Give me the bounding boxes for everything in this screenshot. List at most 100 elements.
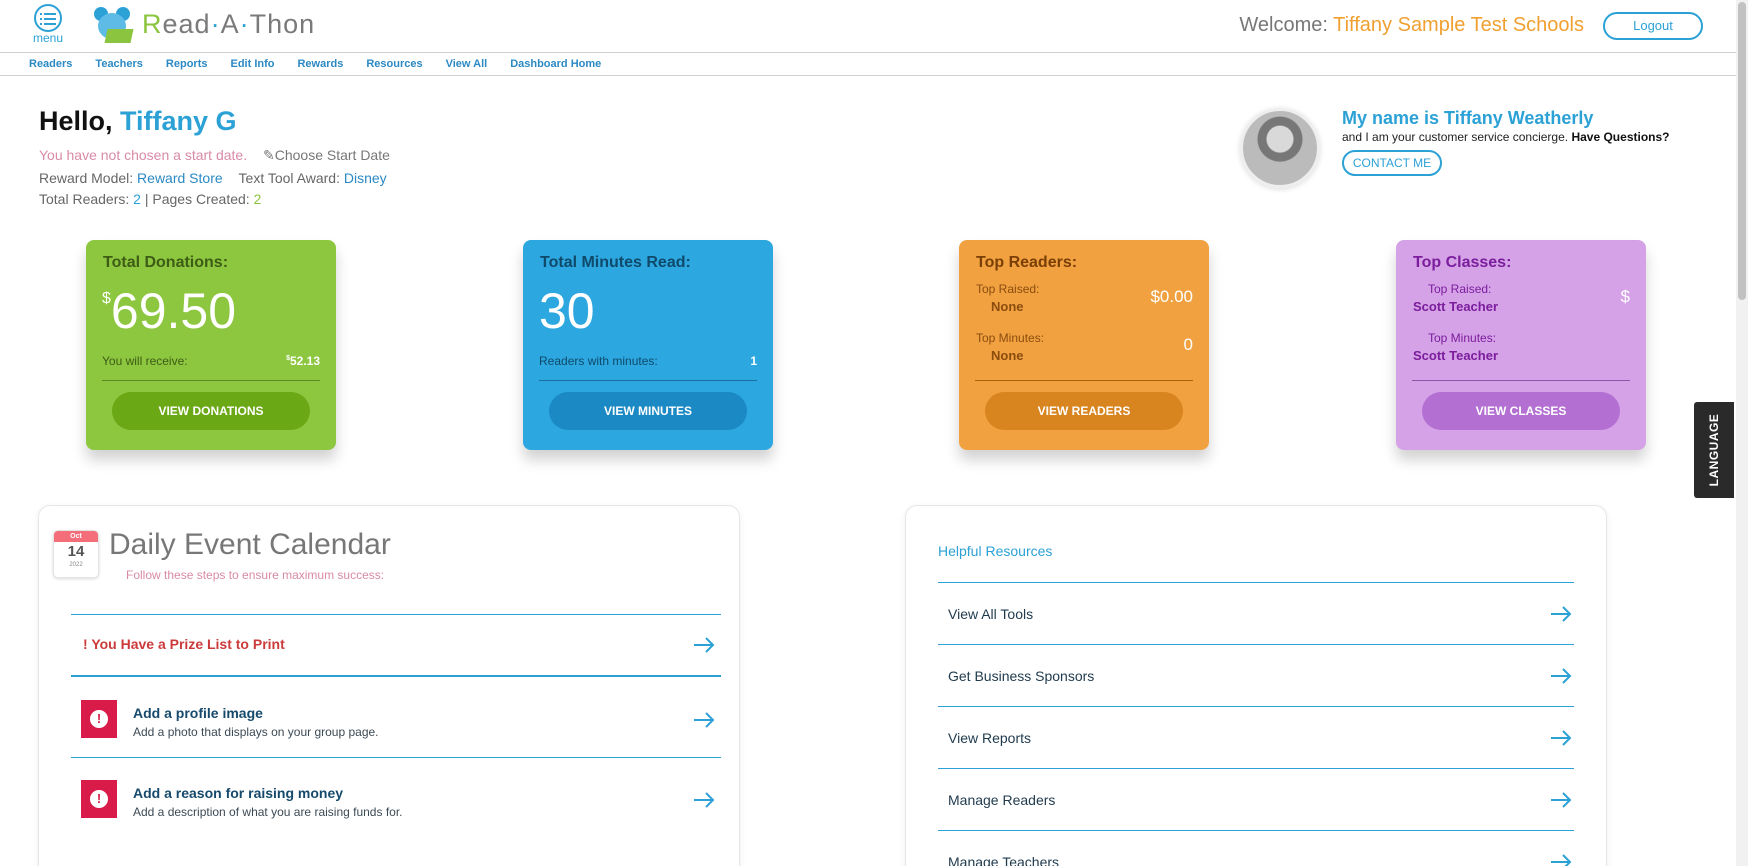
resource-label: Manage Readers xyxy=(948,792,1056,808)
card-divider xyxy=(539,380,757,381)
menu-list-icon xyxy=(34,4,62,32)
concierge-name: My name is Tiffany Weatherly xyxy=(1342,108,1594,128)
arrow-right-icon[interactable] xyxy=(693,712,715,728)
resource-view-reports[interactable]: View Reports xyxy=(938,706,1574,768)
arrow-right-icon[interactable] xyxy=(693,637,715,653)
card-title: Top Classes: xyxy=(1413,254,1512,271)
greeting-hello: Hello, xyxy=(39,106,113,136)
edit-icon: ✎ xyxy=(262,147,275,163)
no-start-date-text: You have not chosen a start date. xyxy=(39,147,248,163)
welcome-school-name: Tiffany Sample Test Schools xyxy=(1333,14,1584,36)
page-scrollbar[interactable] xyxy=(1736,0,1748,866)
total-donations-card: Total Donations: $69.50 You will receive… xyxy=(86,240,336,450)
top-readers-card: Top Readers: Top Raised: None $0.00 Top … xyxy=(959,240,1209,450)
top-raised-block: Top Raised: None xyxy=(976,282,1039,314)
nav-reports[interactable]: Reports xyxy=(166,54,208,75)
totals-separator: | xyxy=(144,191,149,207)
top-raised-name: None xyxy=(991,299,1024,314)
readers-with-minutes-row: Readers with minutes: 1 xyxy=(539,354,757,368)
helpful-resources-panel: Helpful Resources View All Tools Get Bus… xyxy=(905,505,1607,866)
calendar-title: Daily Event Calendar xyxy=(109,528,391,561)
language-tab[interactable]: LANGUAGE xyxy=(1694,402,1734,498)
receive-value: $52.13 xyxy=(286,354,320,368)
task-title: Add a reason for raising money xyxy=(133,785,344,801)
receive-label: You will receive: xyxy=(102,354,188,368)
resource-manage-teachers[interactable]: Manage Teachers xyxy=(938,830,1574,866)
greeting-heading: Hello, Tiffany G xyxy=(39,106,237,137)
resource-view-all-tools[interactable]: View All Tools xyxy=(938,582,1574,644)
total-readers-label: Total Readers: xyxy=(39,191,130,207)
card-title: Total Donations: xyxy=(103,254,229,271)
view-donations-button[interactable]: VIEW DONATIONS xyxy=(112,392,310,430)
contact-me-button[interactable]: CONTACT ME xyxy=(1342,150,1442,176)
arrow-right-icon[interactable] xyxy=(693,792,715,808)
have-questions-text: Have Questions? xyxy=(1571,130,1670,144)
arrow-right-icon[interactable] xyxy=(1550,792,1572,808)
top-minutes-name: Scott Teacher xyxy=(1413,348,1499,363)
text-tool-label: Text Tool Award: xyxy=(238,170,340,186)
reward-model-label: Reward Model: xyxy=(39,170,134,186)
top-minutes-block: Top Minutes: None xyxy=(976,331,1044,363)
resource-manage-readers[interactable]: Manage Readers xyxy=(938,768,1574,830)
nav-resources[interactable]: Resources xyxy=(366,54,422,75)
card-divider xyxy=(102,380,320,381)
text-tool-value[interactable]: Disney xyxy=(344,170,387,186)
alert-icon: ! xyxy=(81,700,117,738)
arrow-right-icon[interactable] xyxy=(1550,668,1572,684)
task-title: Add a profile image xyxy=(133,705,263,721)
calendar-icon: Oct 14 2022 xyxy=(53,530,99,578)
arrow-right-icon[interactable] xyxy=(1550,730,1572,746)
top-raised-label: Top Raised: xyxy=(1428,282,1492,296)
start-date-status: You have not chosen a start date. ✎Choos… xyxy=(39,147,390,164)
arrow-right-icon[interactable] xyxy=(1550,606,1572,622)
nav-rewards[interactable]: Rewards xyxy=(297,54,343,75)
mascot-logo-icon xyxy=(84,3,140,45)
top-raised-value: $0.00 xyxy=(1150,287,1193,306)
main-nav: Readers Teachers Reports Edit Info Rewar… xyxy=(0,54,1736,76)
readers-with-minutes-label: Readers with minutes: xyxy=(539,354,658,368)
read-a-thon-logo[interactable]: Read·A·Thon xyxy=(84,2,315,46)
row-divider xyxy=(71,614,721,615)
donations-amount: $69.50 xyxy=(102,283,237,339)
language-label: LANGUAGE xyxy=(1707,413,1721,487)
nav-teachers[interactable]: Teachers xyxy=(95,54,143,75)
reward-info: Reward Model: Reward Store Text Tool Awa… xyxy=(39,170,387,186)
scrollbar-thumb[interactable] xyxy=(1738,2,1746,300)
menu-button[interactable]: menu xyxy=(28,4,68,46)
donations-receive-row: You will receive: $52.13 xyxy=(102,354,320,368)
task-profile-image[interactable]: ! Add a profile image Add a photo that d… xyxy=(71,698,721,742)
pages-created-value: 2 xyxy=(253,191,262,207)
resources-title: Helpful Resources xyxy=(938,543,1053,559)
nav-readers[interactable]: Readers xyxy=(29,54,72,75)
top-minutes-name: None xyxy=(991,348,1024,363)
nav-edit-info[interactable]: Edit Info xyxy=(230,54,274,75)
card-title: Total Minutes Read: xyxy=(540,254,691,271)
resource-get-business-sponsors[interactable]: Get Business Sponsors xyxy=(938,644,1574,706)
arrow-right-icon[interactable] xyxy=(1550,854,1572,866)
nav-view-all[interactable]: View All xyxy=(446,54,488,75)
pages-created-label: Pages Created: xyxy=(152,191,250,207)
top-minutes-value: 0 xyxy=(1183,335,1193,354)
logout-button[interactable]: Logout xyxy=(1603,12,1703,40)
card-divider xyxy=(975,380,1193,381)
welcome-prefix: Welcome: xyxy=(1239,14,1328,36)
view-minutes-button[interactable]: VIEW MINUTES xyxy=(549,392,747,430)
task-raising-reason[interactable]: ! Add a reason for raising money Add a d… xyxy=(71,778,721,822)
top-minutes-block: Top Minutes: Scott Teacher xyxy=(1413,331,1498,363)
card-divider xyxy=(1412,380,1630,381)
view-readers-button[interactable]: VIEW READERS xyxy=(985,392,1183,430)
alert-icon: ! xyxy=(81,780,117,818)
totals-info: Total Readers: 2 | Pages Created: 2 xyxy=(39,191,261,207)
reward-model-value[interactable]: Reward Store xyxy=(137,170,223,186)
daily-event-calendar-panel: Oct 14 2022 Daily Event Calendar Follow … xyxy=(38,505,740,866)
nav-dashboard-home[interactable]: Dashboard Home xyxy=(510,54,601,75)
minutes-amount: 30 xyxy=(539,283,595,339)
top-raised-value: $ xyxy=(1620,287,1630,306)
task-description: Add a photo that displays on your group … xyxy=(133,725,379,739)
prize-list-row[interactable]: ! You Have a Prize List to Print xyxy=(71,636,721,660)
task-description: Add a description of what you are raisin… xyxy=(133,805,403,819)
view-classes-button[interactable]: VIEW CLASSES xyxy=(1422,392,1620,430)
total-minutes-card: Total Minutes Read: 30 Readers with minu… xyxy=(523,240,773,450)
resource-label: View Reports xyxy=(948,730,1032,746)
choose-start-date-link[interactable]: ✎Choose Start Date xyxy=(263,147,390,163)
